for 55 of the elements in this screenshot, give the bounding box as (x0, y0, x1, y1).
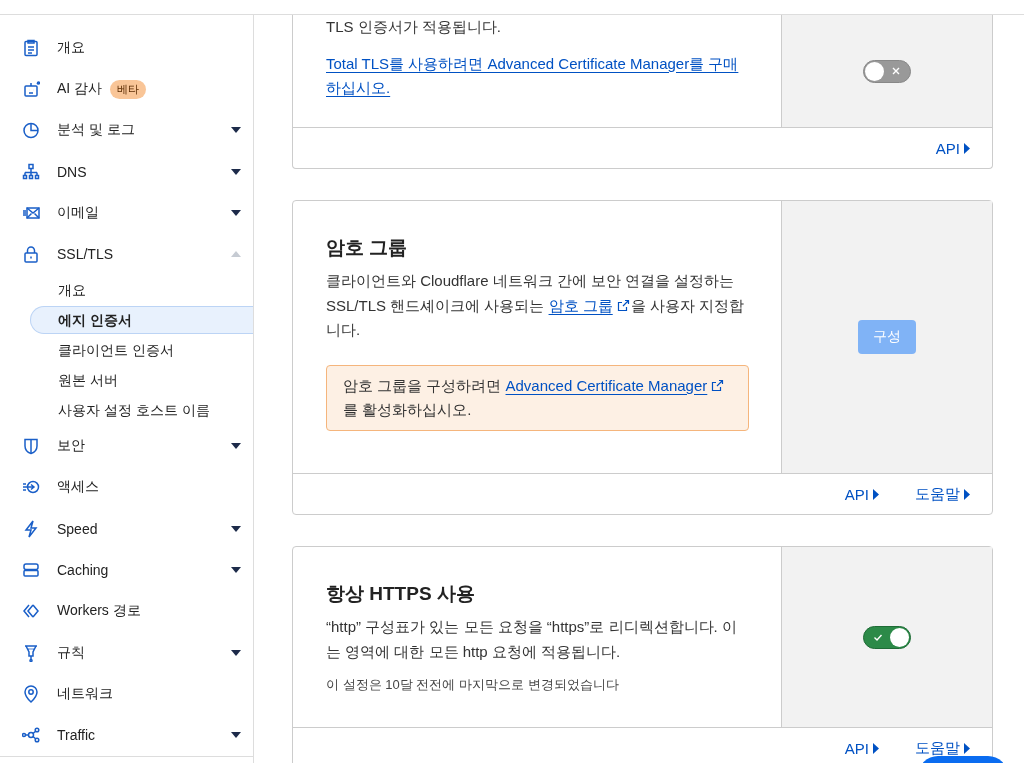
nav-item[interactable]: Speed (0, 507, 253, 550)
caret-right-icon (873, 488, 879, 500)
robot-icon (22, 80, 40, 99)
funnel-icon (22, 643, 40, 662)
clipboard-icon (22, 38, 40, 57)
text-link[interactable]: 암호 그룹 (548, 296, 613, 314)
card-description: “http” 구성표가 있는 모든 요청을 “https”로 리디렉션합니다. 이는 영역에 대한 모든 http 요청에 적용됩니다. (326, 617, 738, 662)
lightning-icon (22, 519, 40, 538)
lock-icon (22, 245, 40, 264)
caret-right-icon (873, 742, 879, 754)
network-nodes-icon (22, 726, 40, 745)
x-icon (891, 66, 901, 76)
text-link[interactable]: Advanced Certificate Manager (505, 376, 708, 394)
nav-item[interactable]: AI 감사 베타 (0, 68, 253, 110)
hierarchy-icon (22, 162, 40, 181)
nav-item[interactable]: Workers 경로 (0, 590, 253, 632)
nav-item[interactable]: 보안 (0, 425, 253, 467)
caret-right-icon (964, 742, 970, 754)
nav-item[interactable]: SSL/TLS (0, 233, 253, 276)
footer-link[interactable]: API (844, 485, 879, 503)
footer-link[interactable]: 도움말 (915, 484, 970, 504)
card-description: TLS 인증서가 적용됩니다. (326, 17, 502, 37)
toggle-switch[interactable] (863, 625, 911, 649)
card-title: 암호 그룹 (326, 236, 409, 260)
nav-subitem[interactable]: 원본 서버 (30, 366, 253, 395)
nav-item[interactable]: 규칙 (0, 631, 253, 674)
stack-icon (22, 560, 40, 579)
nav-item[interactable]: DNS (0, 151, 253, 193)
nav-subitem[interactable]: 에지 인증서 (30, 306, 253, 335)
footer-link[interactable]: API (844, 739, 879, 757)
nav-item[interactable]: Caching (0, 549, 253, 591)
nav-subitem[interactable]: 사용자 설정 호스트 이름 (30, 396, 253, 425)
card-description: 클라이언트와 Cloudflare 네트워크 간에 보안 연결을 설정하는 SSL/TLS 핸드셰이크에 사용되는 암호 그룹 을 사용자 지정합니다. (326, 271, 746, 340)
map-pin-icon (22, 685, 40, 703)
nav-item[interactable]: 네트워크 (0, 673, 253, 715)
nav-item[interactable]: 이메일 (0, 192, 253, 234)
nav-item[interactable]: 분석 및 로그 (0, 109, 253, 152)
nav-item[interactable]: Traffic (0, 714, 253, 757)
nav-subitem[interactable]: 클라이언트 인증서 (30, 336, 253, 365)
footer-link[interactable]: API (935, 139, 970, 157)
nav-item[interactable]: 액세스 (0, 466, 253, 508)
nav-subitem[interactable]: 개요 (30, 276, 253, 305)
beta-badge: 베타 (110, 79, 147, 99)
caret-right-icon (964, 488, 970, 500)
nav-item[interactable]: 개요 (0, 27, 253, 69)
last-changed-note: 이 설정은 10달 전전에 마지막으로 변경되었습니다 (326, 676, 620, 694)
footer-link[interactable]: 도움말 (915, 738, 970, 758)
text-link[interactable]: Total TLS를 사용하려면 Advanced Certificate Manager를 구매하십시오. (326, 51, 749, 101)
pie-chart-icon (22, 121, 40, 140)
caret-right-icon (964, 142, 970, 154)
check-icon (873, 632, 883, 642)
toggle-switch[interactable] (863, 59, 911, 83)
shield-icon (22, 436, 40, 455)
card-title: 항상 HTTPS 사용 (326, 582, 476, 606)
notice-message: 암호 그룹을 구성하려면 Advanced Certificate Manager 를 활성화하십시오. (326, 364, 749, 431)
